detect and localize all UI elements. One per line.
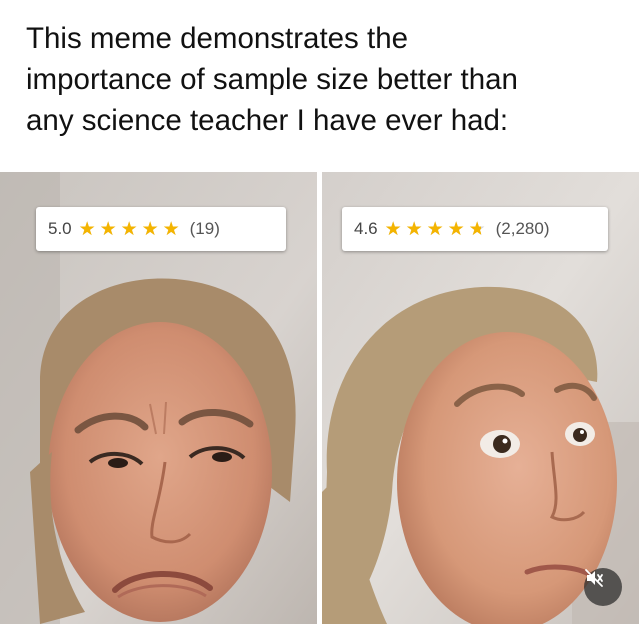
star-icon: ★ ★	[141, 218, 159, 240]
star-icon: ★ ★	[99, 218, 117, 240]
mute-button[interactable]	[584, 568, 622, 606]
meme-caption: This meme demonstrates the importance of…	[26, 18, 626, 141]
star-icon: ★ ★	[162, 218, 180, 240]
star-icon: ★ ★	[468, 218, 486, 240]
rating-value: 4.6	[354, 219, 378, 238]
left-photo-panel: 5.0 ★ ★ ★ ★ ★ ★ ★ ★ ★ ★ (19)	[0, 172, 317, 624]
star-icon: ★ ★	[120, 218, 138, 240]
speaker-muted-icon	[585, 569, 603, 587]
caption-line: any science teacher I have ever had:	[26, 104, 509, 137]
star-icon: ★ ★	[78, 218, 96, 240]
review-count: (2,280)	[495, 219, 550, 238]
star-rating: ★ ★ ★ ★ ★ ★ ★ ★ ★ ★	[79, 220, 184, 239]
star-icon: ★ ★	[426, 218, 444, 240]
rating-card: 4.6 ★ ★ ★ ★ ★ ★ ★ ★ ★ ★ (2,280)	[342, 207, 608, 251]
rating-card: 5.0 ★ ★ ★ ★ ★ ★ ★ ★ ★ ★ (19)	[36, 207, 286, 251]
star-icon: ★ ★	[405, 218, 423, 240]
caption-line: This meme demonstrates the	[26, 22, 409, 55]
right-photo-panel: 4.6 ★ ★ ★ ★ ★ ★ ★ ★ ★ ★ (2,280)	[322, 172, 639, 624]
caption-line: importance of sample size better than	[26, 63, 518, 96]
review-count: (19)	[189, 219, 220, 238]
star-rating: ★ ★ ★ ★ ★ ★ ★ ★ ★ ★	[385, 220, 490, 239]
star-icon: ★ ★	[384, 218, 402, 240]
star-icon: ★ ★	[447, 218, 465, 240]
rating-value: 5.0	[48, 219, 72, 238]
